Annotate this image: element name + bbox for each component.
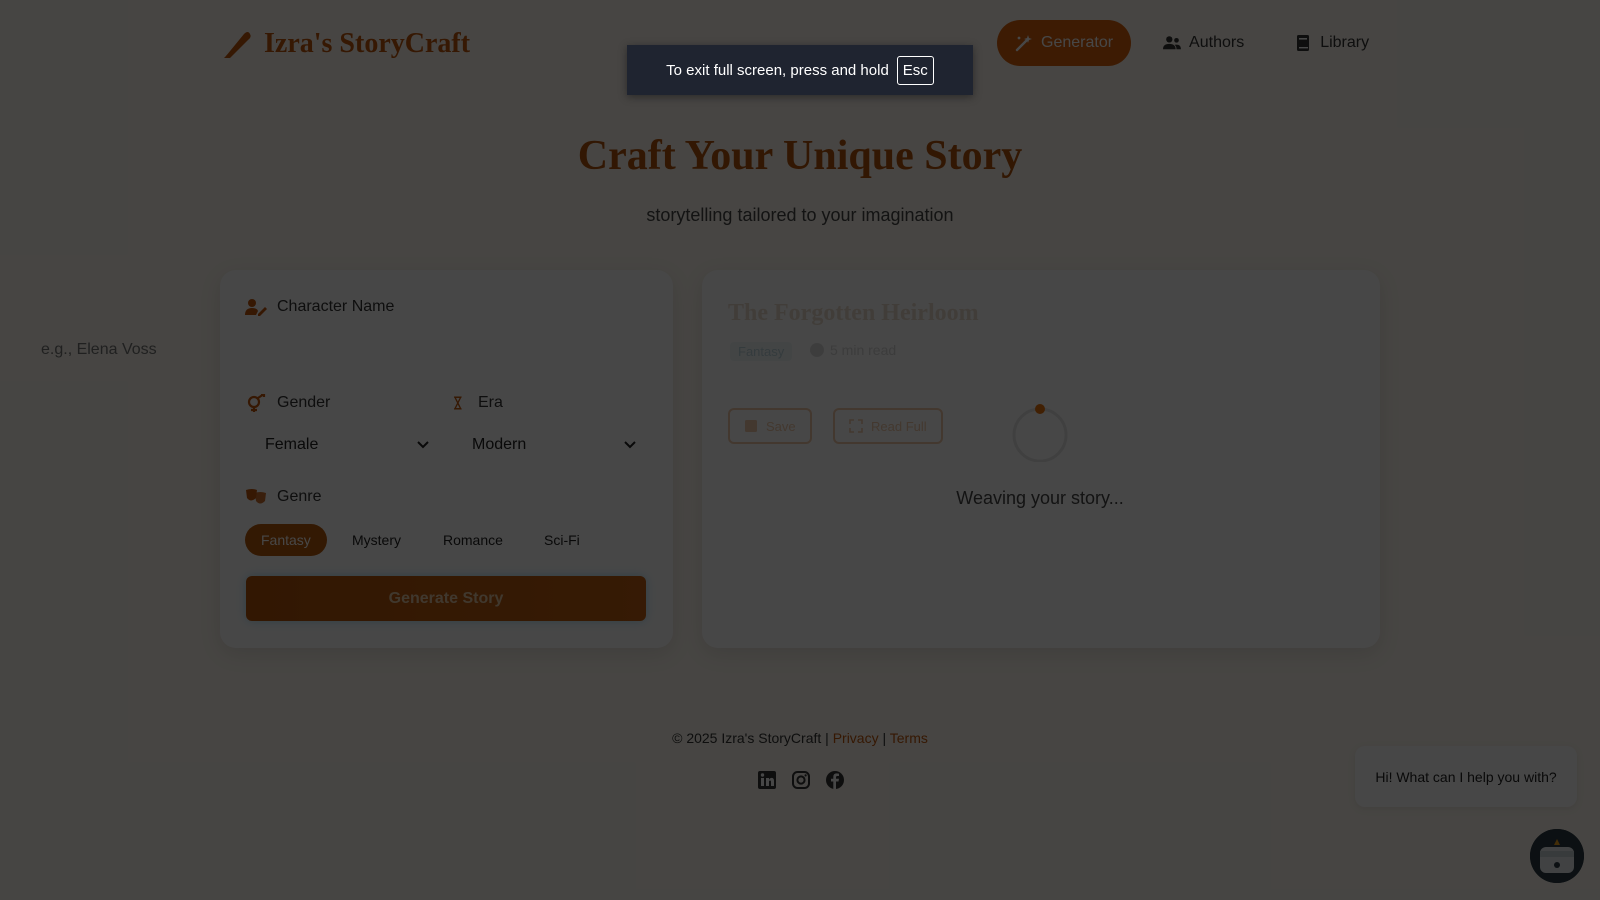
- gender-select-value: Female: [265, 436, 319, 453]
- esc-key-badge: Esc: [896, 55, 934, 85]
- gender-select[interactable]: Female: [245, 428, 433, 462]
- user-pen-icon: [245, 299, 267, 316]
- gender-label-text: Gender: [277, 394, 331, 411]
- robot-icon: [1530, 829, 1584, 883]
- read-time-text: 5 min read: [830, 342, 897, 358]
- linkedin-icon[interactable]: [757, 770, 777, 790]
- genre-chip-fantasy[interactable]: Fantasy: [245, 524, 327, 556]
- chat-greeting-bubble[interactable]: Hi! What can I help you with?: [1355, 746, 1577, 807]
- theater-masks-icon: [246, 489, 266, 504]
- nav-authors-label: Authors: [1189, 34, 1245, 51]
- nav-authors[interactable]: Authors: [1145, 20, 1262, 66]
- clock-icon: [810, 343, 824, 357]
- nav-library-label: Library: [1320, 34, 1370, 51]
- fullscreen-exit-toast: To exit full screen, press and hold Esc: [627, 45, 973, 95]
- brand-logo[interactable]: Izra's StoryCraft: [218, 26, 470, 62]
- brand-name: Izra's StoryCraft: [264, 28, 471, 59]
- era-label-text: Era: [478, 394, 503, 411]
- footer-copyright: © 2025 Izra's StoryCraft |: [672, 730, 829, 746]
- hourglass-icon: [453, 396, 462, 410]
- character-name-label-text: Character Name: [277, 298, 395, 315]
- story-title: The Forgotten Heirloom: [728, 300, 979, 326]
- era-label: Era: [452, 394, 503, 412]
- chevron-down-icon: [624, 441, 636, 449]
- terms-link[interactable]: Terms: [890, 730, 928, 746]
- facebook-icon[interactable]: [825, 770, 845, 790]
- footer-separator: |: [882, 730, 887, 746]
- generate-story-button[interactable]: Generate Story: [246, 576, 646, 621]
- character-name-input[interactable]: [25, 332, 422, 368]
- gender-icon: [247, 394, 266, 412]
- expand-icon: [849, 419, 863, 433]
- read-full-label: Read Full: [871, 418, 927, 434]
- instagram-icon[interactable]: [791, 770, 811, 790]
- genre-label-text: Genre: [277, 488, 322, 505]
- nav-generator[interactable]: Generator: [997, 20, 1132, 66]
- genre-chip-romance[interactable]: Romance: [427, 524, 519, 556]
- gender-label: Gender: [245, 394, 330, 412]
- story-genre-badge: Fantasy: [730, 342, 793, 361]
- page-subtitle: storytelling tailored to your imaginatio…: [646, 205, 954, 225]
- book-icon: [1297, 35, 1310, 51]
- social-links: [757, 770, 845, 790]
- character-name-label: Character Name: [245, 298, 394, 316]
- magic-wand-icon: [1015, 35, 1032, 52]
- genre-label: Genre: [245, 488, 321, 506]
- main-nav: Generator Authors Library: [997, 20, 1387, 66]
- save-story-label: Save: [766, 418, 796, 434]
- users-icon: [1163, 36, 1182, 50]
- genre-chip-scifi[interactable]: Sci-Fi: [528, 524, 596, 556]
- era-select-value: Modern: [472, 436, 527, 453]
- feather-pen-icon: [224, 32, 251, 58]
- loading-spinner: [1012, 404, 1068, 462]
- fullscreen-toast-text: To exit full screen, press and hold: [666, 61, 889, 79]
- era-select[interactable]: Modern: [452, 428, 640, 462]
- footer: © 2025 Izra's StoryCraft | Privacy | Ter…: [0, 730, 1600, 746]
- save-icon: [745, 420, 757, 432]
- read-full-button[interactable]: Read Full: [833, 408, 943, 444]
- genre-chip-mystery[interactable]: Mystery: [336, 524, 417, 556]
- save-story-button[interactable]: Save: [728, 408, 812, 444]
- privacy-link[interactable]: Privacy: [833, 730, 879, 746]
- page-title: Craft Your Unique Story: [577, 133, 1023, 179]
- chat-bot-avatar[interactable]: [1530, 829, 1584, 883]
- page: Izra's StoryCraft Generator Authors Libr…: [0, 0, 1600, 900]
- read-time: 5 min read: [810, 342, 896, 358]
- nav-generator-label: Generator: [1041, 34, 1114, 51]
- chevron-down-icon: [417, 441, 429, 449]
- loading-text: Weaving your story...: [956, 488, 1124, 508]
- nav-library[interactable]: Library: [1276, 20, 1387, 66]
